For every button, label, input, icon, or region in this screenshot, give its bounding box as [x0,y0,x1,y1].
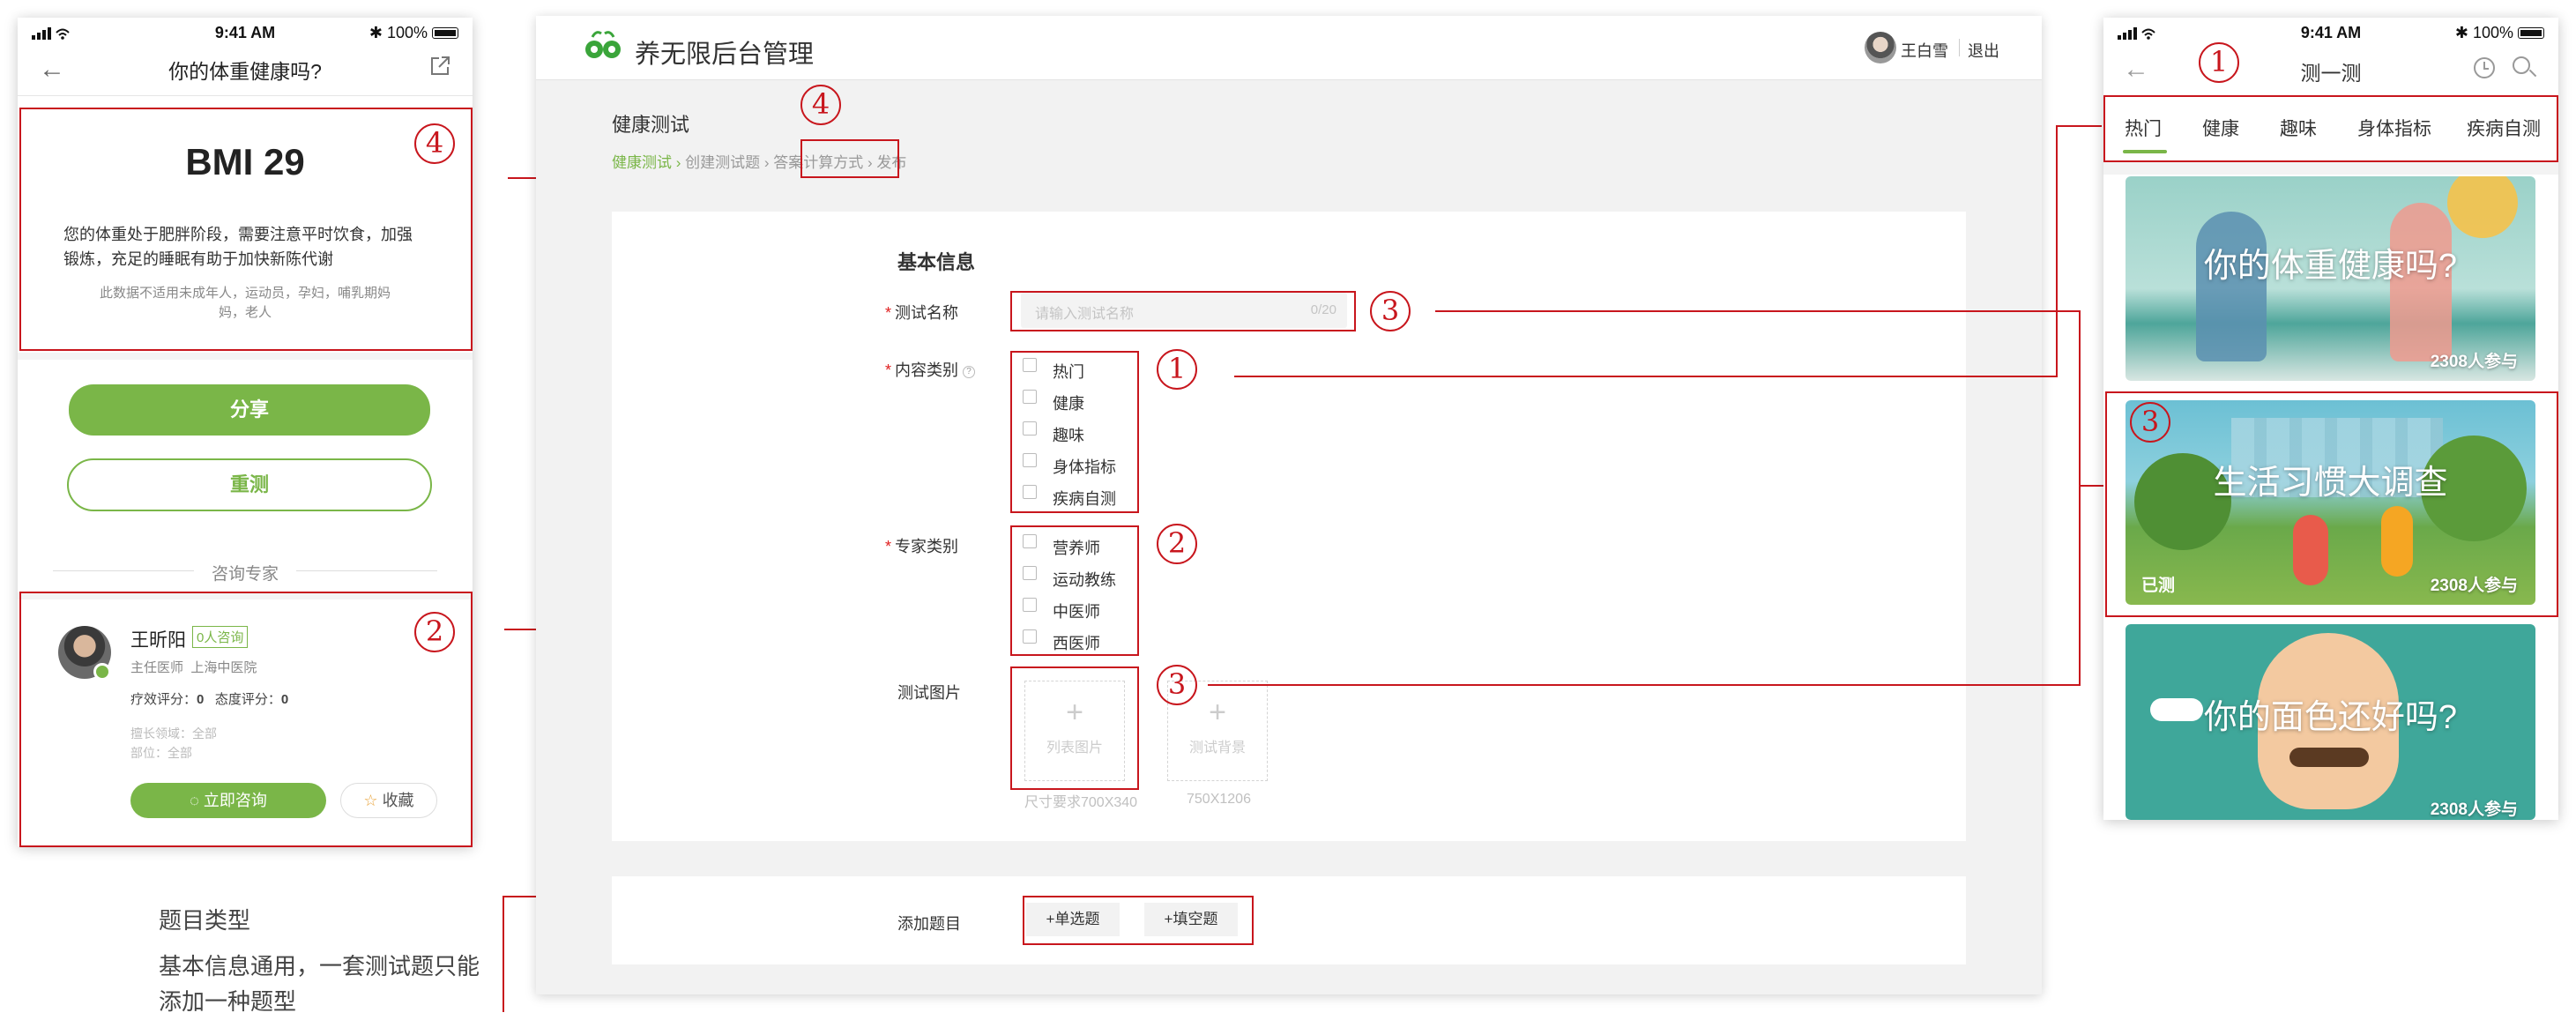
connector-type-a [503,896,504,1012]
step-1[interactable]: 健康测试 [612,154,672,171]
marker-3-image: 3 [1157,665,1197,705]
step-2[interactable]: 创建测试题 [685,154,760,171]
marker-4-admin: 4 [800,85,841,125]
annotation-box-tabs [2103,95,2558,162]
marker-3-right: 3 [2130,402,2170,443]
nav-title: 你的体重健康吗? [168,60,322,83]
marker-2-left: 2 [414,612,455,652]
battery-indicator: ✱ 100% [2455,24,2544,42]
app-title: 养无限后台管理 [635,41,815,69]
annotation-box-expert-cat [1010,525,1139,656]
battery-indicator: ✱ 100% [369,24,458,42]
add-questions-card: 添加题目 +单选题 +填空题 [612,876,1966,964]
search-icon[interactable] [2513,56,2530,74]
size-hint-list: 尺寸要求700X340 [1024,795,1138,810]
card-title: 你的体重健康吗? [2203,248,2458,285]
bluetooth-icon: ✱ [369,24,387,41]
card-title: 你的面色还好吗? [2203,699,2458,736]
annotation-text: 基本信息通用，一套测试题只能添加一种题型 [159,953,480,1015]
annotation-box-expert [19,592,473,847]
logout-link[interactable]: 退出 [1968,39,1999,62]
connector-3-c [2079,310,2081,686]
test-name-label: * 测试名称 [885,304,959,322]
card-participants: 2308人参与 [2430,353,2518,371]
annotation-box-add [1023,896,1254,945]
history-icon[interactable] [2474,57,2495,78]
user-name: 王白雪 [1901,42,1948,60]
share-button[interactable]: 分享 [69,384,430,436]
connector-3-a [1435,310,2081,312]
retest-button[interactable]: 重测 [67,458,432,511]
connector-3-b [1208,684,2081,686]
status-bar: 9:41 AM ✱ 100% [18,18,473,48]
card-illustration-sun [2447,176,2518,238]
admin-header: 养无限后台管理 王白雪 退出 [536,16,2042,79]
marker-1-right: 1 [2199,42,2239,83]
test-image-label: 测试图片 [897,684,961,702]
consult-divider-label: 咨询专家 [211,565,279,584]
annotation-box-card [2105,391,2558,617]
upload-bg-label: 测试背景 [1188,741,1246,756]
annotation-box-name [1010,291,1356,331]
tabs-divider [2103,162,2558,175]
connector-1-b [2056,125,2058,377]
nav-divider [18,95,473,96]
marker-2-admin: 2 [1157,524,1197,564]
help-icon[interactable]: ? [963,366,976,378]
annotation-box-step3 [800,139,899,178]
marker-1-admin: 1 [1157,349,1197,390]
annotation-box-image [1010,666,1139,790]
app-logo-icon [585,31,621,58]
annotation-box-bmi [19,108,473,351]
marker-3-name: 3 [1370,291,1411,331]
annotation-title: 题目类型 [159,907,251,934]
marker-4-left: 4 [414,123,455,164]
card-illustration-mustache [2289,748,2369,767]
header-sep [1959,39,1960,56]
admin-window: 养无限后台管理 王白雪 退出 健康测试 健康测试 › 创建测试题 › 答案计算方… [536,16,2042,994]
user-avatar [1865,32,1896,63]
battery-icon [2518,27,2544,39]
battery-icon [432,27,458,39]
connector-1-a [1234,376,2058,377]
share-icon[interactable] [428,55,451,78]
bluetooth-icon: ✱ [2454,24,2473,41]
section-gap [18,353,473,360]
status-bar: 9:41 AM ✱ 100% [2103,18,2558,48]
add-questions-label: 添加题目 [897,915,961,933]
annotation-box-content [1010,351,1139,513]
connector-3-d [2079,485,2105,487]
card-participants: 2308人参与 [2430,800,2518,819]
expert-category-label: * 专家类别 [885,538,959,555]
test-card[interactable]: 你的面色还好吗? 2308人参与 [2126,624,2535,820]
connector-1-c [2056,125,2102,127]
section-title: 基本信息 [897,251,976,273]
page-title: 健康测试 [612,114,690,136]
divider-right [296,570,437,571]
header-divider [536,79,2042,80]
test-card[interactable]: 你的体重健康吗? 2308人参与 [2126,176,2535,381]
card-illustration-person-left [2196,212,2267,361]
content-category-label: * 内容类别 ? [885,358,976,381]
size-hint-bg: 750X1206 [1187,792,1251,807]
